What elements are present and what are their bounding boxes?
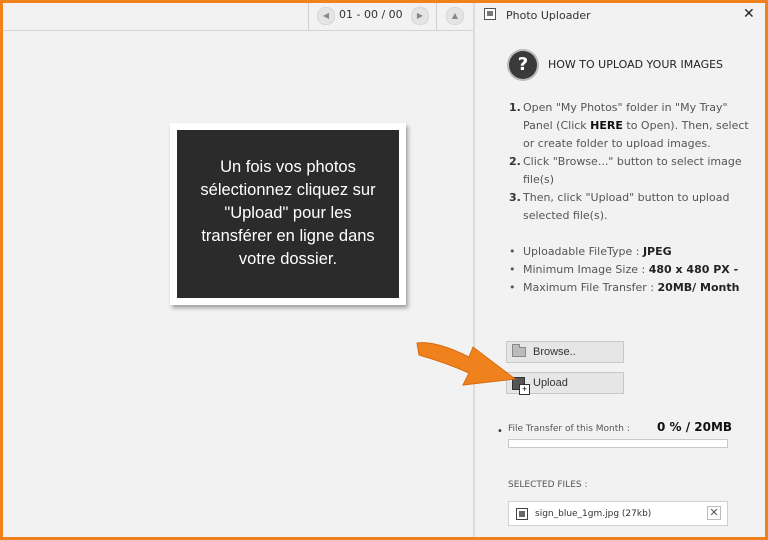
step-number: 3. [509,191,521,204]
selected-files-label: SELECTED FILES : [508,480,588,490]
app-frame: ◀ 01 - 00 / 00 ▶ ▲ Un fois vos photos sé… [0,0,768,540]
callout-line: transférer en ligne dans [201,227,375,245]
help-title: HOW TO UPLOAD YOUR IMAGES [548,58,724,71]
toolbar-separator [308,3,309,30]
upload-requirements: Uploadable FileType : JPEG Minimum Image… [509,243,759,297]
image-file-icon [516,508,528,520]
list-item: Uploadable FileType : JPEG [509,243,759,261]
browse-button[interactable]: Browse.. [506,341,624,363]
panel-title: Photo Uploader [506,9,591,22]
pager-text: 01 - 00 / 00 [339,8,403,21]
callout-line: sélectionnez cliquez sur [200,181,376,199]
step-number: 1. [509,101,521,114]
pointer-arrow-icon [416,342,517,386]
transfer-label: File Transfer of this Month : [508,424,630,434]
step-text: Click "Browse..." button to select image… [523,155,742,186]
browse-label: Browse.. [533,346,576,358]
callout-line: votre dossier. [238,250,338,268]
list-item: Minimum Image Size : 480 x 480 PX - [509,261,759,279]
callout-line: Un fois vos photos [220,158,356,176]
chevron-left-icon[interactable]: ◀ [317,7,335,25]
toolbar-separator [436,3,437,30]
caret-up-icon[interactable]: ▲ [446,7,464,25]
selected-file-row: sign_blue_1gm.jpg (27kb) ✕ [508,501,728,526]
here-link[interactable]: HERE [590,119,623,132]
list-item: 1. Open "My Photos" folder in "My Tray" … [509,99,759,153]
requirement-value: JPEG [642,245,672,258]
requirement-label: Minimum Image Size : [523,263,649,276]
chevron-right-icon[interactable]: ▶ [411,7,429,25]
callout-text-box: Un fois vos photos sélectionnez cliquez … [177,130,399,298]
file-name: sign_blue_1gm.jpg (27kb) [535,509,652,519]
instruction-steps: 1. Open "My Photos" folder in "My Tray" … [509,99,759,225]
step-number: 2. [509,155,521,168]
help-icon: ? [509,51,537,79]
close-icon[interactable]: ✕ [743,6,755,22]
requirement-value: 480 x 480 PX - [648,263,739,276]
list-item: 2. Click "Browse..." button to select im… [509,153,759,189]
upload-label: Upload [533,377,568,389]
left-content-area: Un fois vos photos sélectionnez cliquez … [3,31,473,537]
upload-button[interactable]: Upload [506,372,624,395]
callout-line: "Upload" pour les [224,204,352,222]
transfer-bullet: • [497,426,503,437]
list-item: Maximum File Transfer : 20MB/ Month [509,279,759,297]
step-text: Then, click "Upload" button to upload se… [523,191,730,222]
remove-file-icon[interactable]: ✕ [707,506,721,520]
list-item: 3. Then, click "Upload" button to upload… [509,189,759,225]
transfer-value: 0 % / 20MB [657,420,733,434]
transfer-progress-bar [508,439,728,448]
instruction-callout: Un fois vos photos sélectionnez cliquez … [170,123,406,305]
requirement-value: 20MB/ Month [657,281,740,294]
requirement-label: Maximum File Transfer : [523,281,658,294]
requirement-label: Uploadable FileType : [523,245,643,258]
image-icon [484,8,496,20]
photo-uploader-panel: Photo Uploader ✕ ? HOW TO UPLOAD YOUR IM… [475,3,765,537]
